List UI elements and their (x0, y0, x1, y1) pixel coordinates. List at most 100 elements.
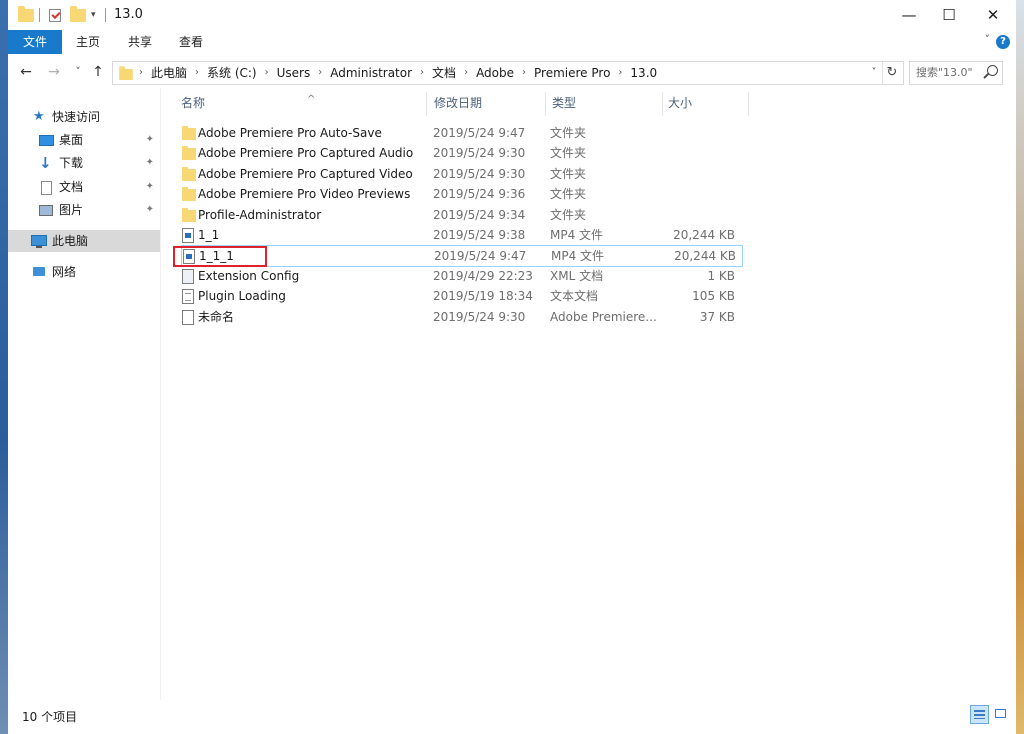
sidebar-item-label: 下载 (59, 156, 84, 170)
details-view-button[interactable] (970, 705, 989, 724)
list-item[interactable]: Profile-Administrator 2019/5/24 9:34 文件夹 (181, 205, 741, 225)
forward-button[interactable]: → (44, 62, 64, 82)
sidebar-item-label: 快速访问 (52, 110, 101, 124)
column-divider[interactable] (426, 92, 427, 116)
search-input[interactable] (910, 62, 982, 82)
sidebar-item-this-pc[interactable]: 此电脑 (8, 230, 160, 252)
breadcrumb-separator[interactable]: › (420, 62, 424, 84)
quick-access-dropdown-icon[interactable]: ▾ (91, 7, 96, 23)
item-count: 10 个项目 (22, 710, 78, 724)
column-header-date[interactable]: 修改日期 (434, 88, 534, 118)
pin-icon[interactable]: ✦ (146, 152, 154, 174)
breadcrumb-separator[interactable]: › (195, 62, 199, 84)
file-type: 文件夹 (550, 208, 587, 222)
breadcrumb-13-0[interactable]: 13.0 (630, 62, 657, 84)
large-icons-view-icon (995, 709, 1006, 718)
file-type: MP4 文件 (550, 228, 604, 242)
file-date: 2019/5/24 9:47 (434, 249, 527, 263)
search-box[interactable] (909, 61, 1003, 85)
window-title: 13.0 (114, 7, 143, 22)
file-list: 名称 ^ 修改日期 类型 大小 Adobe Premiere Pro Auto-… (171, 88, 1016, 700)
pin-icon[interactable]: ✦ (146, 199, 154, 221)
address-bar[interactable]: › 此电脑 › 系统 (C:) › Users › Administrator … (112, 61, 904, 85)
tab-view[interactable]: 查看 (179, 30, 203, 54)
separator (105, 7, 106, 23)
search-icon[interactable] (987, 65, 998, 76)
sidebar-item-network[interactable]: 网络 (8, 261, 160, 283)
breadcrumb: › 此电脑 › 系统 (C:) › Users › Administrator … (139, 62, 657, 84)
sidebar-item-downloads[interactable]: ↓ 下载 ✦ (8, 152, 160, 174)
pane-divider[interactable] (160, 88, 161, 700)
column-divider[interactable] (662, 92, 663, 116)
breadcrumb-separator[interactable]: › (318, 62, 322, 84)
expand-ribbon-icon[interactable]: ˅ (985, 33, 991, 46)
refresh-icon[interactable]: ↻ (882, 62, 901, 84)
up-button[interactable]: ↑ (88, 62, 108, 82)
folder-icon (119, 66, 133, 81)
address-history-dropdown-icon[interactable]: ˅ (867, 62, 881, 84)
help-icon[interactable]: ? (996, 35, 1010, 49)
list-item[interactable]: Adobe Premiere Pro Captured Video 2019/5… (181, 164, 741, 184)
breadcrumb-system-c[interactable]: 系统 (C:) (207, 62, 257, 84)
sidebar-item-label: 图片 (59, 203, 84, 217)
list-item[interactable]: Adobe Premiere Pro Video Previews 2019/5… (181, 184, 741, 204)
properties-icon[interactable] (49, 7, 61, 23)
file-name: Adobe Premiere Pro Captured Audio (198, 146, 414, 160)
file-size: 37 KB (699, 310, 735, 324)
tab-home[interactable]: 主页 (76, 30, 100, 54)
breadcrumb-separator[interactable]: › (618, 62, 622, 84)
file-type: 文本文档 (550, 289, 599, 303)
file-date: 2019/5/24 9:30 (433, 310, 526, 324)
sidebar-item-documents[interactable]: 文档 ✦ (8, 176, 160, 198)
breadcrumb-this-pc[interactable]: 此电脑 (151, 62, 187, 84)
pin-icon[interactable]: ✦ (146, 129, 154, 151)
tab-file[interactable]: 文件 (8, 30, 62, 54)
sidebar-item-pictures[interactable]: 图片 ✦ (8, 199, 160, 221)
document-icon (41, 181, 52, 195)
tab-share[interactable]: 共享 (128, 30, 152, 54)
file-name: Adobe Premiere Pro Captured Video (198, 167, 413, 181)
folder-icon (18, 5, 34, 23)
pin-icon[interactable]: ✦ (146, 176, 154, 198)
list-item[interactable]: Adobe Premiere Pro Auto-Save 2019/5/24 9… (181, 123, 741, 143)
large-icons-view-button[interactable] (992, 705, 1011, 724)
breadcrumb-documents[interactable]: 文档 (432, 62, 456, 84)
desktop-icon (39, 135, 54, 146)
breadcrumb-users[interactable]: Users (277, 62, 311, 84)
breadcrumb-separator[interactable]: › (464, 62, 468, 84)
text-file-icon (182, 289, 194, 304)
file-type: Adobe Premiere... (550, 310, 656, 324)
maximize-button[interactable]: ☐ (926, 0, 972, 30)
sidebar-item-quick-access[interactable]: ★ 快速访问 (8, 106, 160, 128)
new-folder-icon[interactable] (70, 5, 86, 23)
column-divider[interactable] (748, 92, 749, 116)
sidebar-item-label: 文档 (59, 180, 84, 194)
column-header-name[interactable]: 名称 ^ (181, 88, 421, 118)
file-name: Plugin Loading (198, 289, 286, 303)
column-divider[interactable] (545, 92, 546, 116)
breadcrumb-separator[interactable]: › (265, 62, 269, 84)
file-name: Adobe Premiere Pro Video Previews (198, 187, 411, 201)
breadcrumb-premiere-pro[interactable]: Premiere Pro (534, 62, 610, 84)
breadcrumb-separator[interactable]: › (522, 62, 526, 84)
column-header-type[interactable]: 类型 (552, 88, 652, 118)
recent-locations-button[interactable]: ˅ (68, 62, 88, 82)
back-button[interactable]: ← (16, 62, 36, 82)
list-item[interactable]: Plugin Loading 2019/5/19 18:34 文本文档 105 … (181, 286, 741, 306)
column-header-size[interactable]: 大小 (668, 88, 738, 118)
breadcrumb-administrator[interactable]: Administrator (330, 62, 412, 84)
list-item[interactable]: Extension Config 2019/4/29 22:23 XML 文档 … (181, 266, 741, 286)
folder-icon (182, 187, 196, 201)
file-type: MP4 文件 (551, 249, 605, 263)
sidebar-item-desktop[interactable]: 桌面 ✦ (8, 129, 160, 151)
desktop-background-left (0, 0, 8, 734)
network-icon (33, 267, 45, 276)
list-item[interactable]: 未命名 2019/5/24 9:30 Adobe Premiere... 37 … (181, 307, 741, 327)
file-date: 2019/5/24 9:30 (433, 167, 526, 181)
download-icon: ↓ (39, 154, 52, 172)
breadcrumb-adobe[interactable]: Adobe (476, 62, 514, 84)
list-item[interactable]: Adobe Premiere Pro Captured Audio 2019/5… (181, 143, 741, 163)
close-button[interactable]: ✕ (970, 0, 1016, 30)
list-item[interactable]: 1_1 2019/5/24 9:38 MP4 文件 20,244 KB (181, 225, 741, 245)
pictures-icon (39, 205, 53, 216)
